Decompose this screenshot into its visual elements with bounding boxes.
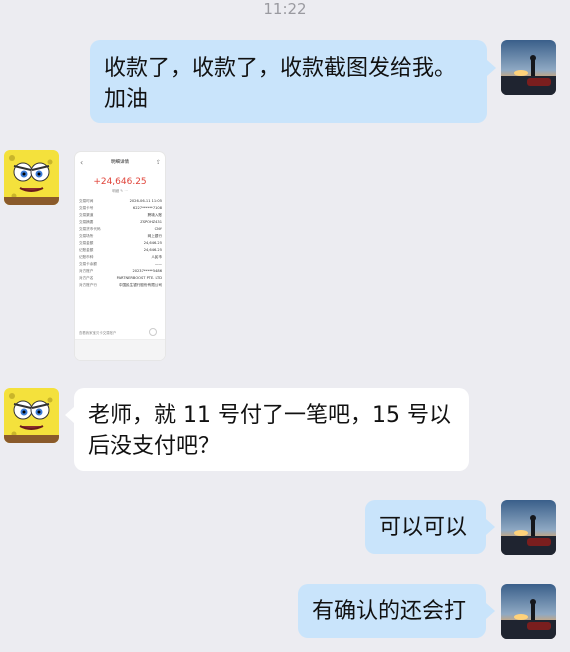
receipt-footer <box>75 339 165 360</box>
my-avatar[interactable] <box>501 500 556 555</box>
back-icon: ‹ <box>80 158 84 167</box>
sunset-avatar-icon <box>501 584 556 639</box>
receipt-row: 交易场所 网上银行 <box>79 234 162 238</box>
sunset-avatar-icon <box>501 500 556 555</box>
contact-avatar[interactable] <box>4 388 59 443</box>
receipt-row: 交易卡号 6227******7108 <box>79 206 162 210</box>
receipt-screenshot-image[interactable]: ‹ 明细详情 ⇪ +24,646.25 明细 ✎ ⋯ 交易时间 2026-06-1… <box>75 152 165 360</box>
message-text: 有确认的还会打 <box>312 599 467 624</box>
toggle-circle-icon <box>149 328 157 336</box>
receipt-title: 明细详情 <box>111 160 129 165</box>
receipt-row: 对方户名 PARTNERBOOST PTE. LTD <box>79 276 162 280</box>
receipt-row: 记账币种 人民币 <box>79 255 162 259</box>
message-text: 可以可以 <box>379 515 468 540</box>
receipt-row: 交易时间 2026-06-11 11:05 <box>79 199 162 203</box>
receipt-row: 交易渠道 跨境入账 <box>79 213 162 217</box>
receipt-row: 对方账户行 中国民生银行股份有限公司 <box>79 283 162 287</box>
message-text: 收款了，收款了，收款截图发给我。加油 <box>104 56 457 112</box>
receipt-row: 对方账户 20237*****5486 <box>79 269 162 273</box>
sunset-avatar-icon <box>501 40 556 95</box>
receipt-subline: 明细 ✎ ⋯ <box>112 189 128 193</box>
message-bubble-right[interactable]: 收款了，收款了，收款截图发给我。加油 <box>90 40 487 123</box>
message-text: 老师，就 11 号付了一笔吧，15 号以后没支付吧？ <box>88 403 451 459</box>
bubble-tail <box>486 519 495 535</box>
share-icon: ⇪ <box>155 159 161 166</box>
my-avatar[interactable] <box>501 584 556 639</box>
receipt-row: 交易卡余额 —— <box>79 262 162 266</box>
spongebob-avatar-icon <box>4 388 59 443</box>
receipt-row: 交易货币代码 CNY <box>79 227 162 231</box>
receipt-amount: +24,646.25 <box>93 177 147 187</box>
message-bubble-right[interactable]: 可以可以 <box>365 500 486 554</box>
receipt-note: 查看我家宝贝卡交易账户 <box>79 331 117 335</box>
receipt-row: 交易金额 24,646.25 <box>79 241 162 245</box>
status-time: 11:22 <box>263 0 307 18</box>
message-bubble-left[interactable]: 老师，就 11 号付了一笔吧，15 号以后没支付吧？ <box>74 388 469 471</box>
bubble-tail <box>487 60 496 76</box>
contact-avatar[interactable] <box>4 150 59 205</box>
bubble-tail <box>65 407 74 423</box>
receipt-header: ‹ 明细详情 ⇪ <box>75 152 165 174</box>
spongebob-avatar-icon <box>4 150 59 205</box>
my-avatar[interactable] <box>501 40 556 95</box>
receipt-row: 交易摘要 ZSPOHZ431 <box>79 220 162 224</box>
message-bubble-right[interactable]: 有确认的还会打 <box>298 584 486 638</box>
receipt-row: 记账金额 24,646.25 <box>79 248 162 252</box>
bubble-tail <box>486 603 495 619</box>
